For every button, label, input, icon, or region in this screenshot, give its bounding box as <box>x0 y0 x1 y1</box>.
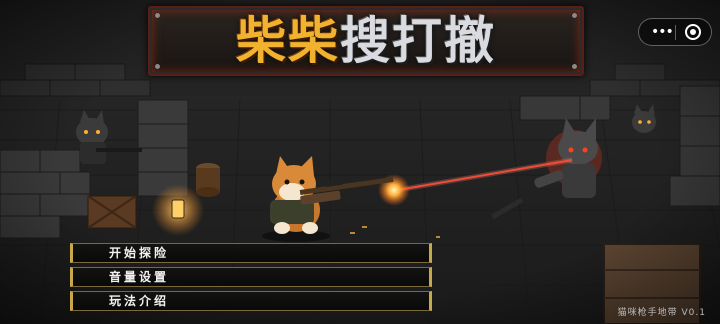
volume-settings-label: 音量设置 <box>109 270 170 284</box>
game-title: 柴柴搜打撤 <box>150 12 582 70</box>
target-circle-icon[interactable] <box>685 24 701 40</box>
game-title-part2: 搜打撤 <box>340 12 496 70</box>
miniprogram-capsule: ••• <box>638 18 712 46</box>
how-to-play-label: 玩法介绍 <box>109 294 170 308</box>
game-title-banner: 柴柴搜打撤 <box>148 6 584 76</box>
start-adventure-label: 开始探险 <box>109 246 170 260</box>
game-title-part1: 柴柴 <box>236 12 340 70</box>
volume-settings-button[interactable]: 音量设置 <box>70 267 432 287</box>
how-to-play-button[interactable]: 玩法介绍 <box>70 291 432 311</box>
start-adventure-button[interactable]: 开始探险 <box>70 243 432 263</box>
capsule-divider <box>675 25 676 40</box>
more-dots-icon[interactable]: ••• <box>651 25 674 39</box>
main-menu: 开始探险 音量设置 玩法介绍 <box>70 243 432 315</box>
version-label: 猫咪枪手地带 V0.1 <box>617 308 706 318</box>
